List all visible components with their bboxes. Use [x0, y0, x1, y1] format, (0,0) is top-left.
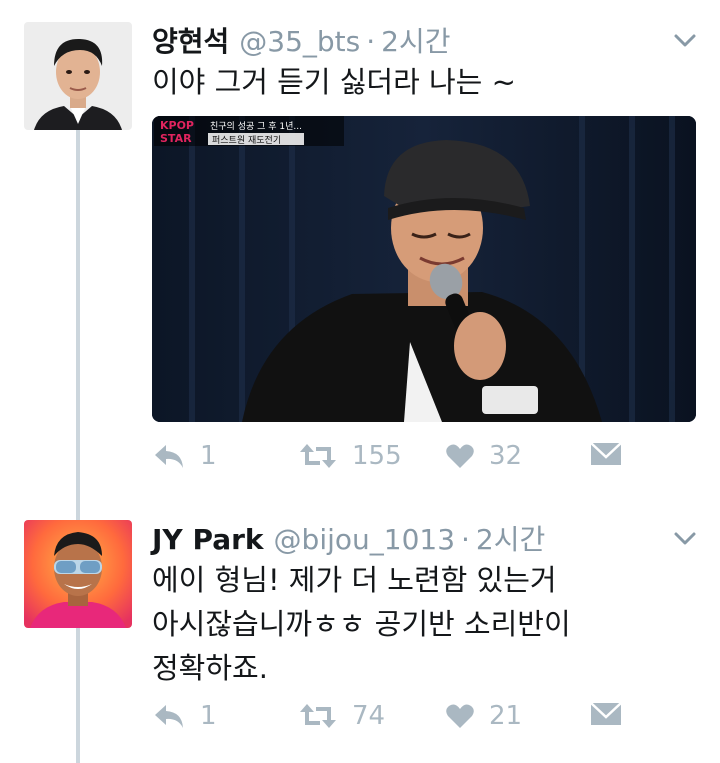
- avatar[interactable]: [24, 22, 132, 130]
- heart-icon: [446, 444, 474, 468]
- retweet-button[interactable]: 74: [298, 701, 385, 731]
- direct-message-button[interactable]: [590, 441, 622, 467]
- retweet-count: 155: [352, 441, 402, 471]
- like-count: 32: [489, 441, 523, 471]
- timestamp[interactable]: 2시간: [381, 20, 450, 60]
- separator-dot: ·: [366, 25, 376, 58]
- reply-icon: [155, 705, 183, 728]
- like-button[interactable]: 32: [445, 441, 522, 471]
- reply-button[interactable]: 1: [152, 441, 217, 471]
- tweet-header: 양현석 @35_bts · 2시간: [152, 20, 451, 60]
- retweet-icon: [300, 444, 336, 468]
- tweet-media-image[interactable]: KPOP STAR 친구의 성공 그 후 1년... 퍼스트원 재도전기: [152, 116, 696, 422]
- author-name[interactable]: JY Park: [152, 523, 264, 556]
- media-caption-star: STAR: [160, 132, 192, 145]
- tweet-header: JY Park @bijou_1013 · 2시간: [152, 518, 545, 558]
- tweet-text-line: 정확하죠.: [152, 651, 268, 685]
- retweet-count: 74: [352, 701, 386, 731]
- retweet-icon: [300, 704, 336, 728]
- tweet-actions: 1 155 32: [152, 441, 632, 481]
- media-caption-subtitle: 친구의 성공 그 후 1년...: [210, 121, 302, 132]
- tweet-actions: 1 74 21: [152, 701, 632, 741]
- author-handle[interactable]: @bijou_1013: [274, 523, 455, 556]
- media-caption-kpop: KPOP: [160, 119, 194, 132]
- tweet-text: 이야 그거 듣기 싫더라 나는 ~: [152, 65, 516, 99]
- author-handle[interactable]: @35_bts: [239, 25, 360, 58]
- chevron-down-icon[interactable]: [672, 528, 698, 548]
- reply-button[interactable]: 1: [152, 701, 217, 731]
- heart-icon: [446, 704, 474, 728]
- like-button[interactable]: 21: [445, 701, 522, 731]
- timestamp[interactable]: 2시간: [476, 518, 545, 558]
- tweet[interactable]: 양현석 @35_bts · 2시간 이야 그거 듣기 싫더라 나는 ~ KPOP…: [0, 0, 720, 490]
- tweet[interactable]: JY Park @bijou_1013 · 2시간 에이 형님! 제가 더 노련…: [0, 490, 720, 763]
- tweet-text: 에이 형님! 제가 더 노련함 있는거 아시잖습니까ㅎㅎ 공기반 소리반이 정확…: [152, 558, 571, 690]
- retweet-button[interactable]: 155: [298, 441, 402, 471]
- separator-dot: ·: [461, 523, 470, 556]
- like-count: 21: [489, 701, 523, 731]
- direct-message-button[interactable]: [590, 701, 622, 727]
- author-name[interactable]: 양현석: [152, 20, 229, 60]
- reply-count: 1: [200, 441, 217, 471]
- tweet-text-line: 에이 형님! 제가 더 노련함 있는거: [152, 563, 557, 597]
- avatar[interactable]: [24, 520, 132, 628]
- tweet-text-line: 아시잖습니까ㅎㅎ 공기반 소리반이: [152, 607, 571, 641]
- envelope-icon: [590, 702, 622, 725]
- chevron-down-icon[interactable]: [672, 30, 698, 50]
- media-caption-tag: 퍼스트원 재도전기: [212, 135, 281, 146]
- reply-count: 1: [200, 701, 217, 731]
- envelope-icon: [590, 442, 622, 465]
- reply-icon: [155, 445, 183, 468]
